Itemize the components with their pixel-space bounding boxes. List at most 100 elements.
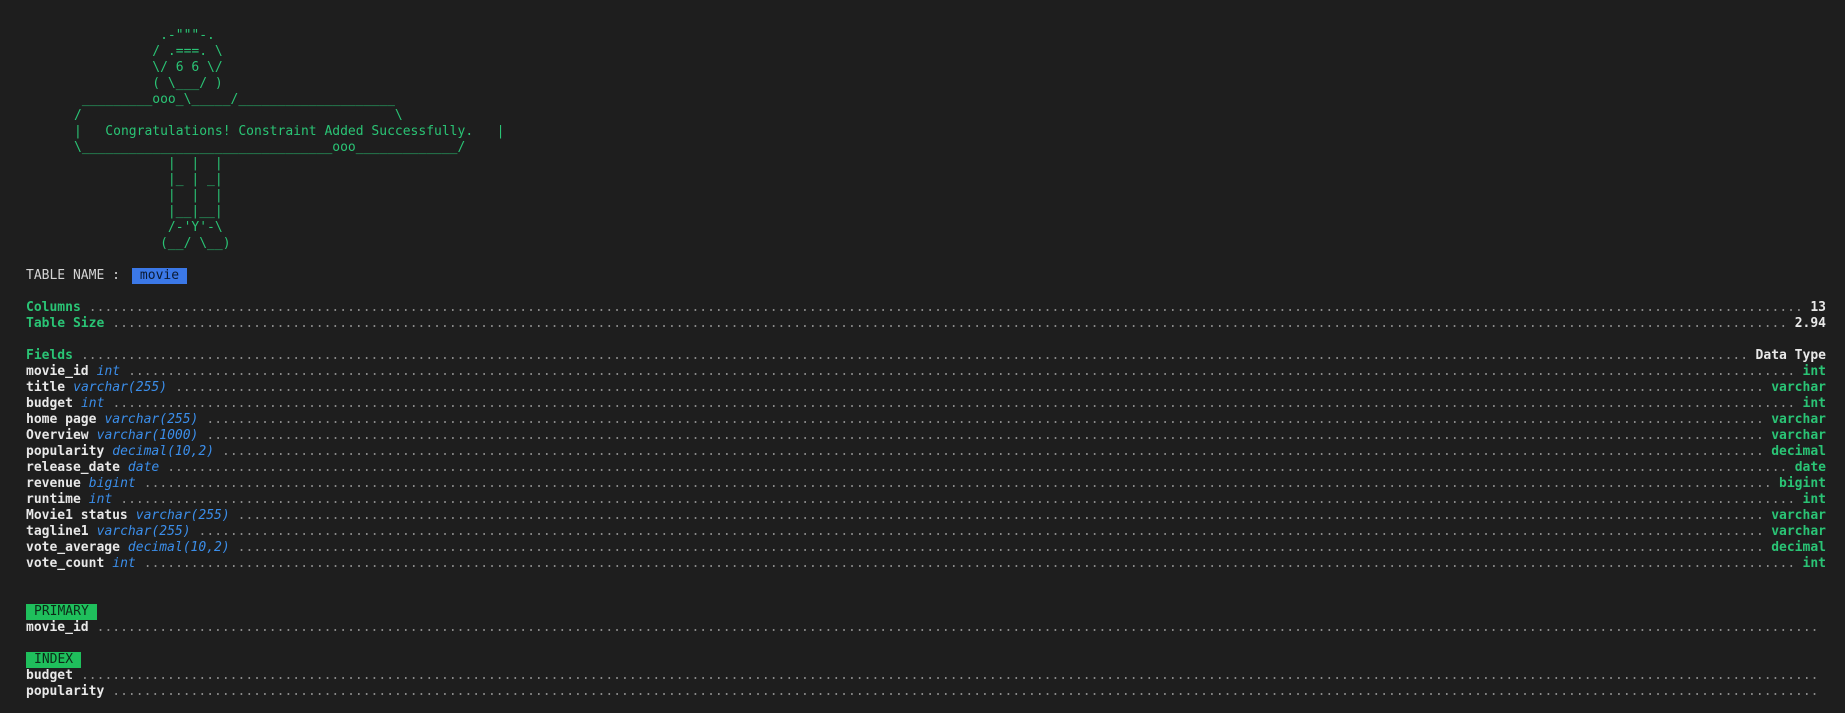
- index-field: budget: [26, 668, 73, 683]
- field-base-type: varchar: [1771, 508, 1826, 523]
- dot-leader: [238, 540, 1764, 556]
- field-type: varchar(1000): [96, 428, 199, 443]
- dot-leader: [120, 492, 1794, 508]
- field-base-type: int: [1802, 364, 1826, 379]
- field-base-type: bigint: [1779, 476, 1826, 491]
- stat-value: 2.94: [1794, 316, 1826, 331]
- field-type: varchar(255): [96, 524, 191, 539]
- field-base-type: decimal: [1771, 444, 1826, 459]
- field-name: title: [26, 380, 66, 395]
- index-field: popularity: [26, 684, 105, 699]
- field-row: Movie1 status varchar(255) varchar: [26, 508, 1826, 524]
- dot-leader: [199, 524, 1764, 540]
- field-type: int: [112, 556, 136, 571]
- field-name: tagline1: [26, 524, 89, 539]
- field-base-type: int: [1802, 556, 1826, 571]
- dot-leader: [89, 300, 1803, 316]
- fields-header-row: Fields Data Type: [26, 348, 1826, 364]
- stat-value: 13: [1810, 300, 1826, 315]
- field-row: movie_id int int: [26, 364, 1826, 380]
- stat-row-columns: Columns 13: [26, 300, 1826, 316]
- dot-leader: [238, 508, 1764, 524]
- table-info-panel: TABLE NAME : movie Columns 13 Table Size…: [26, 268, 1826, 700]
- field-type: decimal(10,2): [112, 444, 215, 459]
- field-name: popularity: [26, 444, 105, 459]
- index-list: budgetpopularity: [26, 668, 1826, 700]
- field-base-type: decimal: [1771, 540, 1826, 555]
- table-name-row: TABLE NAME : movie: [26, 268, 1826, 284]
- field-name: release_date: [26, 460, 120, 475]
- dot-leader: [112, 684, 1818, 700]
- primary-badge: PRIMARY: [26, 604, 97, 620]
- fields-header-value: Data Type: [1755, 348, 1826, 363]
- dot-leader: [206, 412, 1763, 428]
- field-name: budget: [26, 396, 73, 411]
- index-row: budget: [26, 668, 1826, 684]
- dot-leader: [128, 364, 1794, 380]
- field-row: popularity decimal(10,2) decimal: [26, 444, 1826, 460]
- primary-badge-row: PRIMARY: [26, 604, 1826, 620]
- dot-leader: [144, 476, 1771, 492]
- field-name: revenue: [26, 476, 81, 491]
- field-row: runtime int int: [26, 492, 1826, 508]
- field-name: vote_count: [26, 556, 105, 571]
- field-type: varchar(255): [104, 412, 199, 427]
- field-base-type: varchar: [1771, 428, 1826, 443]
- field-type: int: [80, 396, 105, 411]
- field-row: release_date date date: [26, 460, 1826, 476]
- field-row: vote_count int int: [26, 556, 1826, 572]
- field-row: home page varchar(255) varchar: [26, 412, 1826, 428]
- primary-key-row: movie_id: [26, 620, 1826, 636]
- field-name: vote_average: [26, 540, 120, 555]
- fields-header-label: Fields: [26, 348, 73, 363]
- congratulations-ascii-banner: .-"""-. / .===. \ \/ 6 6 \/ ( \___/ ) __…: [74, 28, 505, 251]
- dot-leader: [112, 316, 1786, 332]
- stat-label: Columns: [26, 300, 81, 315]
- field-base-type: date: [1794, 460, 1826, 475]
- field-base-type: int: [1802, 492, 1826, 507]
- primary-key-field: movie_id: [26, 620, 89, 635]
- field-base-type: varchar: [1771, 380, 1826, 395]
- field-row: revenue bigint bigint: [26, 476, 1826, 492]
- index-row: popularity: [26, 684, 1826, 700]
- field-type: int: [88, 492, 113, 507]
- dot-leader: [144, 556, 1795, 572]
- field-row: title varchar(255) varchar: [26, 380, 1826, 396]
- table-name-label: TABLE NAME :: [26, 268, 120, 283]
- field-row: vote_average decimal(10,2) decimal: [26, 540, 1826, 556]
- dot-leader: [81, 348, 1748, 364]
- stat-label: Table Size: [26, 316, 105, 331]
- table-name-badge: movie: [131, 268, 188, 284]
- field-row: budget int int: [26, 396, 1826, 412]
- field-base-type: varchar: [1771, 524, 1826, 539]
- dot-leader: [222, 444, 1763, 460]
- field-row: Overview varchar(1000) varchar: [26, 428, 1826, 444]
- field-type: varchar(255): [135, 508, 230, 523]
- field-row: tagline1 varchar(255) varchar: [26, 524, 1826, 540]
- primary-key-list: movie_id: [26, 620, 1826, 636]
- field-base-type: int: [1802, 396, 1826, 411]
- field-type: decimal(10,2): [127, 540, 230, 555]
- fields-list: movie_idintinttitlevarchar(255)varcharbu…: [26, 364, 1826, 572]
- field-type: bigint: [88, 476, 136, 491]
- index-badge-row: INDEX: [26, 652, 1826, 668]
- field-name: home page: [26, 412, 97, 427]
- field-type: date: [127, 460, 160, 475]
- field-type: varchar(255): [73, 380, 168, 395]
- field-name: movie_id: [26, 364, 89, 379]
- field-type: int: [96, 364, 121, 379]
- field-name: Movie1 status: [26, 508, 128, 523]
- dot-leader: [167, 460, 1786, 476]
- field-base-type: varchar: [1771, 412, 1826, 427]
- dot-leader: [206, 428, 1763, 444]
- dot-leader: [175, 380, 1763, 396]
- field-name: Overview: [26, 428, 89, 443]
- dot-leader: [97, 620, 1818, 636]
- index-badge: INDEX: [26, 652, 82, 668]
- dot-leader: [81, 668, 1818, 684]
- stat-row-table-size: Table Size 2.94: [26, 316, 1826, 332]
